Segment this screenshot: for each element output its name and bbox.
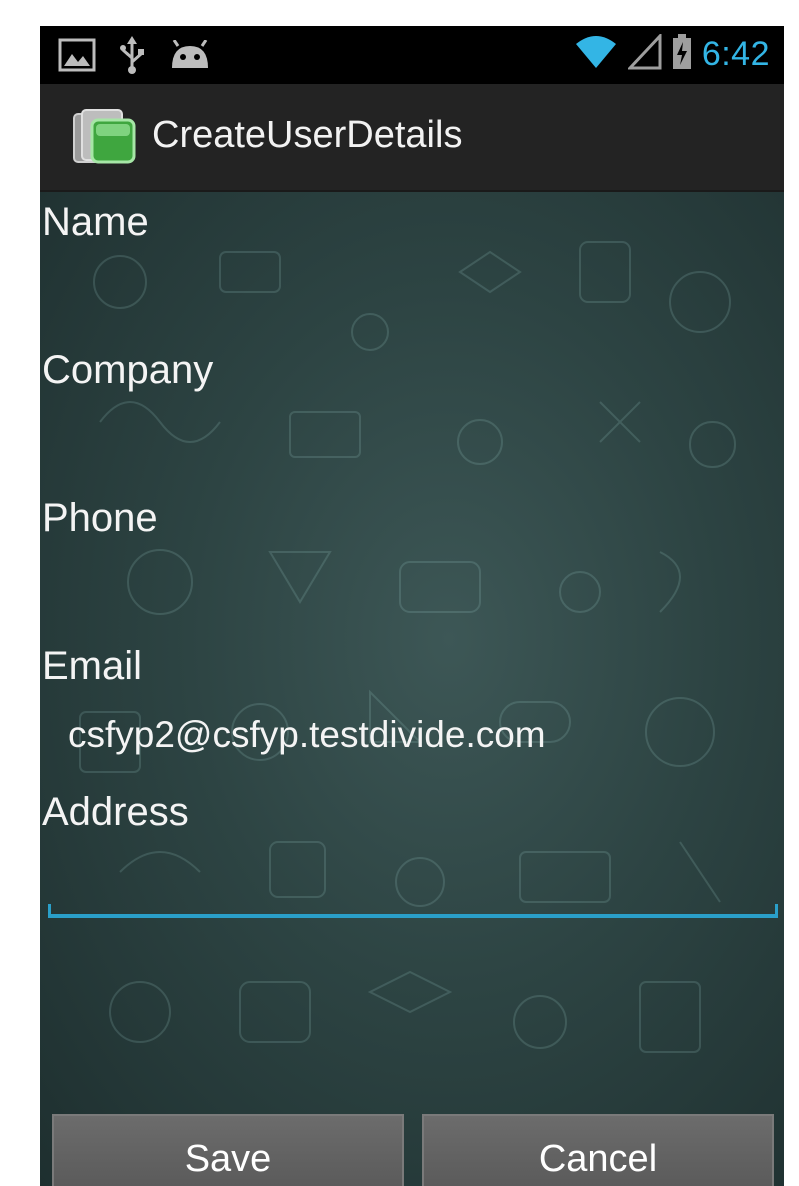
- phone-field[interactable]: [48, 556, 778, 626]
- name-label: Name: [42, 200, 149, 244]
- email-value: csfyp2@csfyp.testdivide.com: [68, 714, 546, 755]
- email-label: Email: [42, 644, 143, 688]
- status-bar: 6:42: [40, 26, 784, 84]
- name-field[interactable]: [48, 260, 778, 330]
- phone-label: Phone: [42, 496, 158, 540]
- email-field[interactable]: csfyp2@csfyp.testdivide.com: [48, 706, 778, 776]
- image-icon: [58, 38, 96, 77]
- address-focus-tick-right: [775, 904, 778, 918]
- address-focus-tick-left: [48, 904, 51, 918]
- action-bar: CreateUserDetails: [40, 84, 784, 192]
- address-label: Address: [42, 790, 189, 834]
- background-pattern: [79, 241, 736, 1053]
- app-title: CreateUserDetails: [152, 114, 463, 156]
- phone-screen: 6:42 CreateUserDetails Name Company Phon…: [40, 26, 784, 1186]
- folder-app-icon[interactable]: [72, 106, 138, 168]
- usb-icon: [118, 36, 146, 79]
- status-time: 6:42: [701, 35, 770, 73]
- signal-icon: [626, 32, 662, 75]
- cancel-button[interactable]: Cancel: [422, 1114, 774, 1186]
- save-button[interactable]: Save: [52, 1114, 404, 1186]
- android-debug-icon: [168, 39, 212, 75]
- address-focus-underline: [48, 914, 778, 918]
- company-field[interactable]: [48, 408, 778, 478]
- form-container: Name Company Phone Email csfyp2@csfyp.te…: [40, 192, 784, 1186]
- wifi-icon: [574, 34, 618, 75]
- address-field[interactable]: [48, 848, 778, 918]
- battery-icon: [672, 34, 692, 75]
- company-label: Company: [42, 348, 214, 392]
